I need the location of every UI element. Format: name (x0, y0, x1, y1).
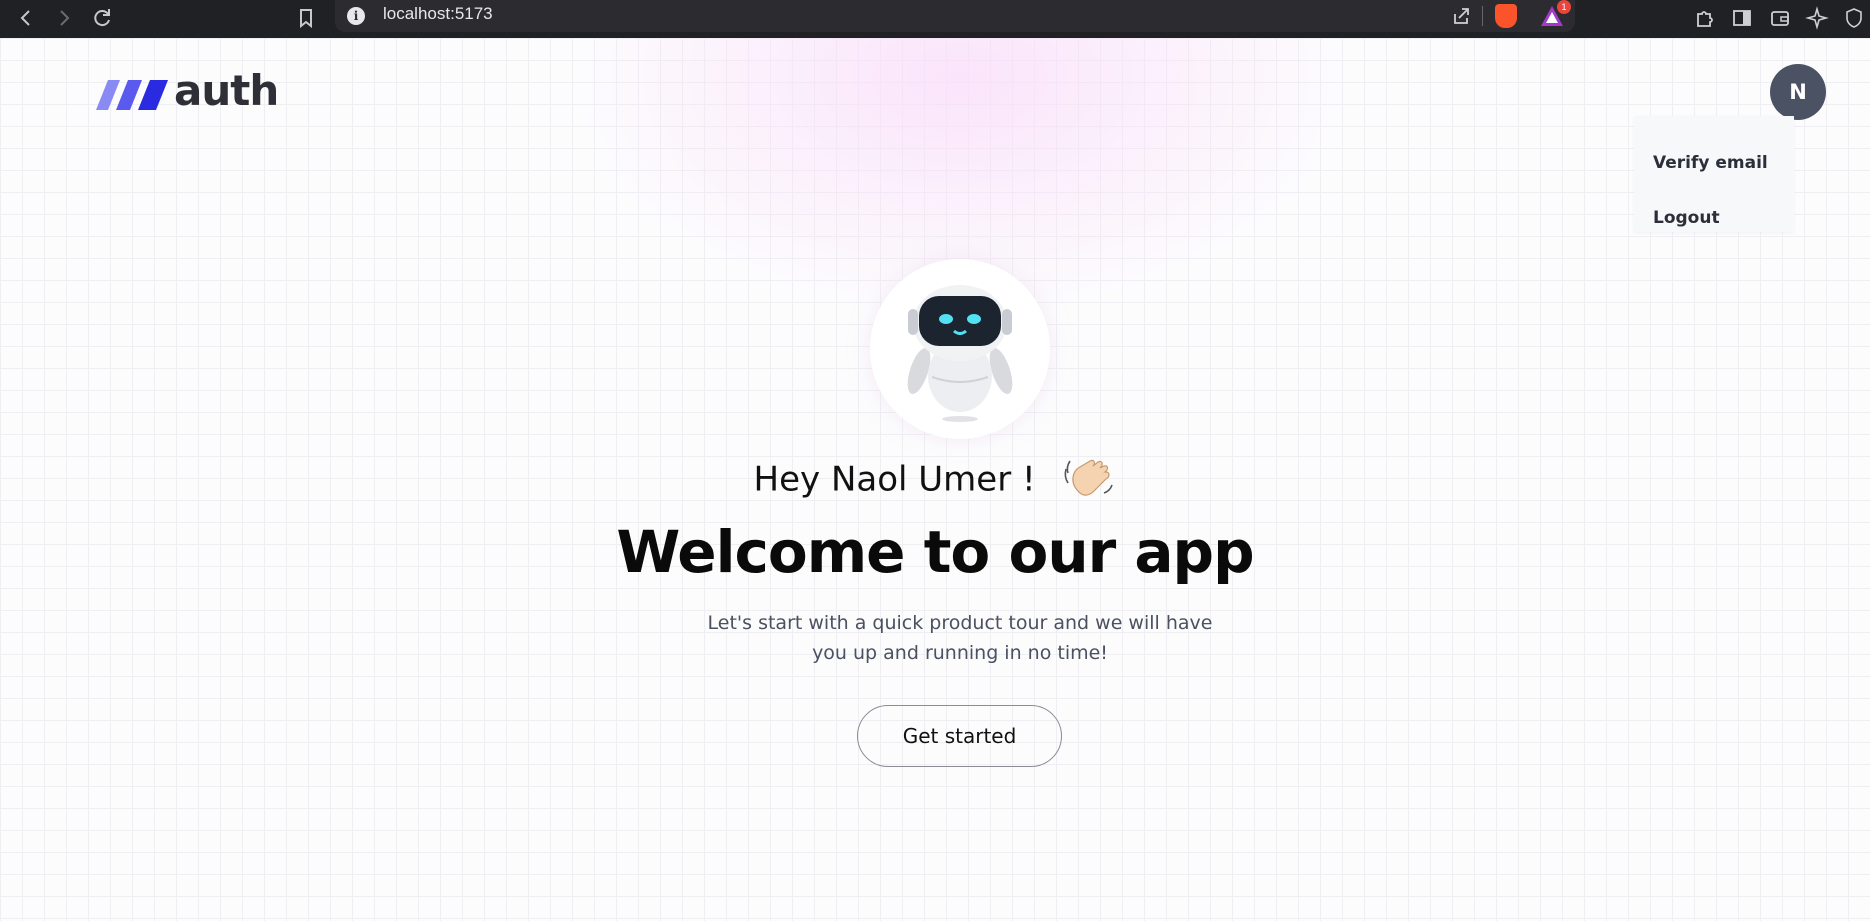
robot-icon (907, 285, 1013, 422)
share-icon[interactable] (1447, 2, 1475, 30)
logout-menu-item[interactable]: Logout (1653, 208, 1720, 228)
site-info-icon[interactable]: i (347, 7, 365, 25)
greeting-text: Hey Naol Umer ! (753, 459, 1036, 500)
vpn-icon[interactable] (1840, 4, 1868, 32)
greeting-line: Hey Naol Umer ! (0, 453, 1870, 509)
logo-slashes-icon (96, 80, 168, 110)
user-dropdown-menu: Verify email Logout (1634, 116, 1794, 232)
get-started-button[interactable]: Get started (857, 705, 1062, 767)
browser-toolbar: i localhost:5173 1 (0, 0, 1870, 38)
sidebar-icon[interactable] (1728, 4, 1756, 32)
reload-icon[interactable] (88, 4, 116, 32)
url-text[interactable]: localhost:5173 (383, 4, 493, 24)
wallet-icon[interactable] (1766, 4, 1794, 32)
back-icon[interactable] (12, 4, 40, 32)
welcome-title: Welcome to our app (616, 518, 1254, 586)
robot-avatar (870, 259, 1050, 439)
leo-ai-icon[interactable] (1804, 4, 1832, 32)
rewards-badge: 1 (1557, 0, 1571, 14)
address-separator (1482, 6, 1483, 26)
verify-email-menu-item[interactable]: Verify email (1653, 153, 1768, 173)
bookmark-icon[interactable] (292, 4, 320, 32)
user-avatar[interactable]: N (1770, 64, 1826, 120)
welcome-description: Let's start with a quick product tour an… (707, 612, 1213, 664)
extensions-icon[interactable] (1690, 4, 1718, 32)
waving-hand-icon (1064, 459, 1114, 496)
logo-text: auth (174, 66, 279, 115)
brave-shields-icon[interactable] (1495, 4, 1517, 28)
app-page: auth N Verify email Logout Hey Naol Umer… (0, 38, 1870, 921)
address-bar[interactable]: i localhost:5173 1 (335, 0, 1575, 32)
forward-icon[interactable] (50, 4, 78, 32)
